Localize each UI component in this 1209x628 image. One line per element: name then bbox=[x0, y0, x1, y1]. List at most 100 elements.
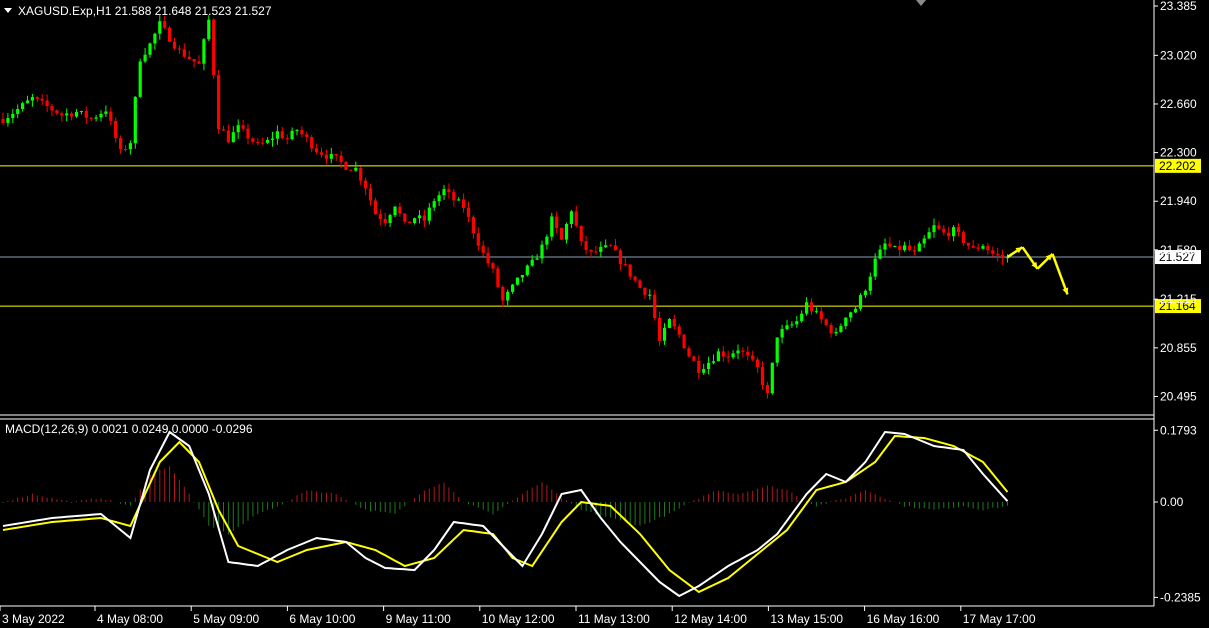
candle-body bbox=[937, 225, 941, 229]
candle-body bbox=[863, 290, 867, 296]
candle-body bbox=[481, 245, 485, 253]
candle-body bbox=[182, 49, 186, 57]
candle-body bbox=[16, 109, 20, 114]
level-label: 22.202 bbox=[1159, 159, 1196, 173]
candle-body bbox=[721, 351, 725, 357]
candle-body bbox=[677, 326, 681, 335]
candle-body bbox=[329, 153, 333, 159]
candle-body bbox=[888, 243, 892, 247]
price-tick-label: 22.660 bbox=[1160, 97, 1197, 111]
price-tick-label: 23.020 bbox=[1160, 48, 1197, 62]
time-tick-label: 10 May 12:00 bbox=[482, 612, 555, 626]
candle-body bbox=[315, 148, 319, 153]
candle-body bbox=[119, 138, 123, 150]
candle-body bbox=[780, 329, 784, 338]
candle-body bbox=[74, 112, 79, 117]
candle-body bbox=[246, 128, 250, 139]
candle-body bbox=[623, 264, 627, 266]
candle-body bbox=[310, 137, 314, 149]
candle-body bbox=[143, 54, 147, 62]
candle-body bbox=[716, 351, 720, 362]
price-tick-label: 22.300 bbox=[1160, 146, 1197, 160]
price-axis: 23.385 23.020 22.660 22.300 21.940 21.580 21.2… bbox=[1154, 0, 1197, 403]
candle-body bbox=[618, 250, 622, 265]
candle-body bbox=[898, 245, 902, 251]
candle-body bbox=[878, 249, 882, 259]
candle-body bbox=[305, 134, 309, 138]
candle-body bbox=[158, 21, 162, 34]
candle-body bbox=[795, 321, 799, 325]
candle-body bbox=[520, 275, 524, 278]
candle-body bbox=[687, 348, 691, 357]
candle-body bbox=[736, 350, 740, 354]
candle-body bbox=[599, 246, 603, 252]
candle-body bbox=[408, 221, 412, 224]
candle-body bbox=[550, 216, 554, 237]
candle-body bbox=[829, 324, 833, 334]
candle-body bbox=[236, 125, 240, 133]
candle-body bbox=[643, 287, 647, 295]
candle-body bbox=[79, 111, 83, 113]
candle-body bbox=[99, 113, 103, 118]
time-tick-label: 13 May 15:00 bbox=[770, 612, 843, 626]
candle-body bbox=[65, 113, 69, 116]
candle-body bbox=[266, 139, 270, 143]
candle-body bbox=[1001, 254, 1005, 259]
candle-body bbox=[756, 359, 760, 368]
candle-body bbox=[589, 249, 593, 252]
candle-body bbox=[530, 259, 534, 266]
candle-body bbox=[770, 362, 774, 394]
candle-body bbox=[760, 367, 765, 386]
price-tick-label: 23.385 bbox=[1160, 0, 1197, 13]
candle-body bbox=[334, 153, 338, 156]
candle-body bbox=[594, 251, 598, 253]
candle-body bbox=[221, 129, 226, 131]
price-tick-label: 21.215 bbox=[1160, 292, 1197, 306]
candle-body bbox=[893, 245, 897, 247]
candle-body bbox=[814, 311, 818, 313]
candle-body bbox=[697, 360, 701, 373]
candle-body bbox=[172, 41, 177, 49]
candle-body bbox=[45, 100, 49, 107]
macd-tick-label: -0.2385 bbox=[1160, 590, 1201, 604]
candle-body bbox=[628, 264, 632, 277]
price-tick-label: 21.580 bbox=[1160, 243, 1197, 257]
candle-body bbox=[981, 245, 985, 249]
candle-body bbox=[555, 216, 559, 229]
candle-body bbox=[226, 130, 230, 143]
candle-body bbox=[506, 291, 510, 301]
candle-body bbox=[378, 214, 382, 219]
candle-body bbox=[873, 258, 877, 277]
candle-body bbox=[927, 232, 931, 239]
candle-body bbox=[422, 215, 426, 221]
candle-body bbox=[207, 19, 211, 40]
candle-body bbox=[942, 228, 946, 233]
price-tick-label: 20.495 bbox=[1160, 389, 1197, 403]
time-tick-label: 3 May 2022 bbox=[2, 612, 65, 626]
candle-body bbox=[746, 351, 750, 356]
candle-body bbox=[584, 241, 588, 250]
candle-body bbox=[824, 319, 828, 325]
candle-body bbox=[417, 215, 422, 219]
time-tick-label: 5 May 09:00 bbox=[193, 612, 259, 626]
candle-body bbox=[344, 161, 348, 170]
candle-body bbox=[128, 143, 132, 150]
candle-body bbox=[922, 238, 926, 244]
trading-chart[interactable]: 22.20221.16421.527 23.38523.02022.66022.… bbox=[0, 0, 1209, 628]
candle-body bbox=[368, 188, 373, 201]
candle-body bbox=[569, 211, 573, 224]
candle-body bbox=[89, 117, 93, 119]
candle-body bbox=[800, 313, 804, 322]
candle-body bbox=[858, 295, 863, 309]
candle-body bbox=[290, 130, 294, 140]
candle-body bbox=[383, 218, 387, 223]
candle-body bbox=[256, 141, 260, 143]
candle-body bbox=[971, 245, 975, 248]
candle-body bbox=[564, 223, 569, 240]
candle-body bbox=[839, 326, 843, 332]
candle-body bbox=[711, 361, 716, 363]
candle-body bbox=[55, 110, 59, 114]
candle-body bbox=[501, 286, 505, 301]
candle-body bbox=[241, 125, 245, 129]
macd-tick-label: 0.1793 bbox=[1160, 423, 1197, 437]
